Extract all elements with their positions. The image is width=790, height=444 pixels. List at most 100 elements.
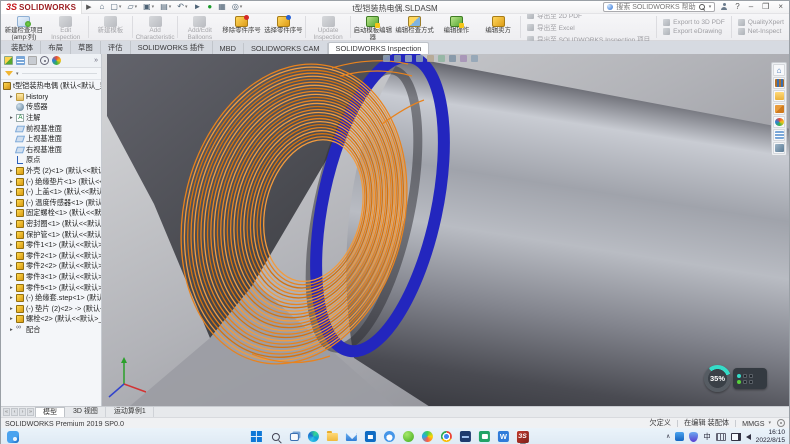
tree-item-top-plane[interactable]: 上视基准面 [3,134,101,145]
panel-tab-overflow-icon[interactable]: » [94,57,98,64]
tree-item-sensors[interactable]: 传感器 [3,102,101,113]
login-person-icon[interactable] [720,3,728,11]
tab-motion-study[interactable]: 运动算例1 [107,407,154,417]
task-pane-custom-properties-icon[interactable] [773,129,785,141]
tab-mbd[interactable]: MBD [213,43,244,54]
recorder-controls[interactable] [733,368,767,389]
zoom-fit-icon[interactable] [383,55,390,62]
search-dropdown-icon[interactable]: ▾ [709,4,712,10]
net-inspect-button[interactable]: Net-Inspect [738,28,784,35]
recorder-button-icon[interactable] [743,380,747,384]
tree-root-assembly[interactable]: t型铠装热电偶 (默认<默认_显示状态-1 [3,81,101,92]
tab-assembly[interactable]: 装配体 [4,41,41,54]
feature-tree-tab-icon[interactable] [4,56,13,65]
tree-item-front-plane[interactable]: 前视基准面 [3,123,101,134]
green-app-icon[interactable] [402,430,415,443]
recorder-progress-circle[interactable]: 35% [704,365,731,392]
task-pane-appearances-icon[interactable] [773,116,785,128]
tab-addins[interactable]: SOLIDWORKS 插件 [131,41,213,54]
task-view-icon[interactable] [288,430,301,443]
tree-item-component[interactable]: ▸(-) 绝缘套.step<1> (默认<<默认> [3,293,101,304]
print-icon[interactable]: ▤▾ [160,2,171,12]
tree-item-right-plane[interactable]: 右视基准面 [3,145,101,156]
property-manager-tab-icon[interactable] [16,56,25,65]
tree-item-component[interactable]: ▸零件1<1> (默认<<默认>_显示状态 [3,240,101,251]
tab-3d-views[interactable]: 3D 视图 [66,407,106,417]
restore-button[interactable]: ❒ [760,2,771,12]
tree-item-component[interactable]: ▸(-) 温度传感器<1> (默认<<默认>_ [3,198,101,209]
units-dropdown-icon[interactable]: ▾ [768,420,771,426]
hide-show-items-icon[interactable] [449,55,456,62]
tree-item-origin[interactable]: 原点 [3,155,101,166]
update-inspection-project-button[interactable]: Update Inspection Project [307,14,349,40]
tab-sketch[interactable]: 草图 [71,41,101,54]
onedrive-icon[interactable] [675,432,684,441]
export-edrawing-button[interactable]: Export eDrawing [663,28,725,35]
filter-dropdown-icon[interactable]: ▾ [16,71,19,77]
zoom-area-icon[interactable] [394,55,401,62]
widgets-icon[interactable] [7,431,19,443]
microsoft-store-icon[interactable] [364,430,377,443]
search-icon[interactable] [699,4,706,11]
units-selector[interactable]: MMGS [742,419,764,428]
tab-scroll-first-icon[interactable]: « [3,408,10,416]
360-browser-icon[interactable] [421,430,434,443]
help-search-input[interactable]: 搜索 SOLIDWORKS 帮助 ▾ [603,2,715,12]
qualityxpert-button[interactable]: QualityXpert [738,19,784,26]
add-characteristic-button[interactable]: Add Characteristic [134,14,176,40]
options-gear-icon[interactable]: ◎▾ [232,2,243,12]
tree-item-history[interactable]: ▸History [3,92,101,103]
close-button[interactable]: × [776,2,785,12]
screen-recorder-overlay[interactable]: 35% [704,365,767,392]
open-icon[interactable]: ▱▾ [127,2,137,12]
new-inspection-project-button[interactable]: 新建检查项目 (amp:列) [3,14,45,40]
mail-icon[interactable] [345,430,358,443]
add-edit-balloons-button[interactable]: Add/Edit Balloons [179,14,221,40]
tree-item-component[interactable]: ▸保护管<1> (默认<<默认>_显示状 [3,229,101,240]
status-gear-icon[interactable] [777,419,785,427]
display-settings-icon[interactable]: ▦ [218,2,226,12]
tab-layout[interactable]: 布局 [41,41,71,54]
file-explorer-icon[interactable] [326,430,339,443]
tree-item-component[interactable]: ▸(-) 绝缘垫片<1> (默认<<默认>_显 [3,176,101,187]
tree-item-annotations[interactable]: ▸注解 [3,113,101,124]
recorder-button-icon[interactable] [749,380,753,384]
tab-scroll-last-icon[interactable]: » [27,408,34,416]
edit-appearance-icon[interactable] [460,55,467,62]
export-3d-pdf-button[interactable]: Export to 3D PDF [663,19,725,26]
tab-evaluate[interactable]: 评估 [101,41,131,54]
tree-item-component[interactable]: ▸零件5<1> (默认<<默认>_显示状 [3,282,101,293]
volume-icon[interactable] [746,434,751,440]
tree-item-component[interactable]: ▸密封圈<1> (默认<<默认>_显示状 [3,219,101,230]
tree-filter-bar[interactable]: ▾ [1,68,101,80]
save-icon[interactable]: ▣▾ [143,2,154,12]
edit-vendors-button[interactable]: 编辑卖方 [477,14,519,40]
dimxpert-tab-icon[interactable] [40,56,49,65]
task-pane-resources-home-icon[interactable]: ⌂ [773,64,785,76]
start-button[interactable] [250,430,263,443]
undo-icon[interactable]: ↶▾ [177,2,187,12]
tree-item-component[interactable]: ▸固定螺栓<1> (默认<<默认>_显示 [3,208,101,219]
cloud-app-icon[interactable] [383,430,396,443]
tree-item-component[interactable]: ▸外壳 (2)<1> (默认<<默认>_显示状 [3,166,101,177]
task-pane-file-explorer-icon[interactable] [773,90,785,102]
clock[interactable]: 16:10 2022/8/15 [756,429,785,444]
tree-item-component[interactable]: ▸零件3<1> (默认<<默认>_显示状 [3,272,101,283]
graphics-viewport[interactable]: ⌂ 35% [102,54,789,406]
tray-chevron-up-icon[interactable]: ∧ [666,433,670,440]
ime-keyboard-icon[interactable] [716,433,726,441]
chrome-browser-icon[interactable] [440,430,453,443]
tab-solidworks-cam[interactable]: SOLIDWORKS CAM [244,43,328,54]
help-button[interactable]: ? [733,2,741,12]
filter-funnel-icon[interactable] [5,71,13,76]
green-doc-app-icon[interactable] [478,430,491,443]
display-style-icon[interactable] [438,55,445,62]
navy-app-icon[interactable] [459,430,472,443]
tab-scroll-prev-icon[interactable]: ‹ [11,408,18,416]
tree-item-component[interactable]: ▸零件2<1> (默认<<默认>_显示状 [3,251,101,262]
ime-language-indicator[interactable]: 中 [703,432,710,442]
task-pane-view-palette-icon[interactable] [773,103,785,115]
menu-expand-arrow-icon[interactable]: ▶ [82,3,95,11]
minimize-button[interactable]: – [747,2,755,12]
select-cursor-icon[interactable]: ► [193,2,201,12]
